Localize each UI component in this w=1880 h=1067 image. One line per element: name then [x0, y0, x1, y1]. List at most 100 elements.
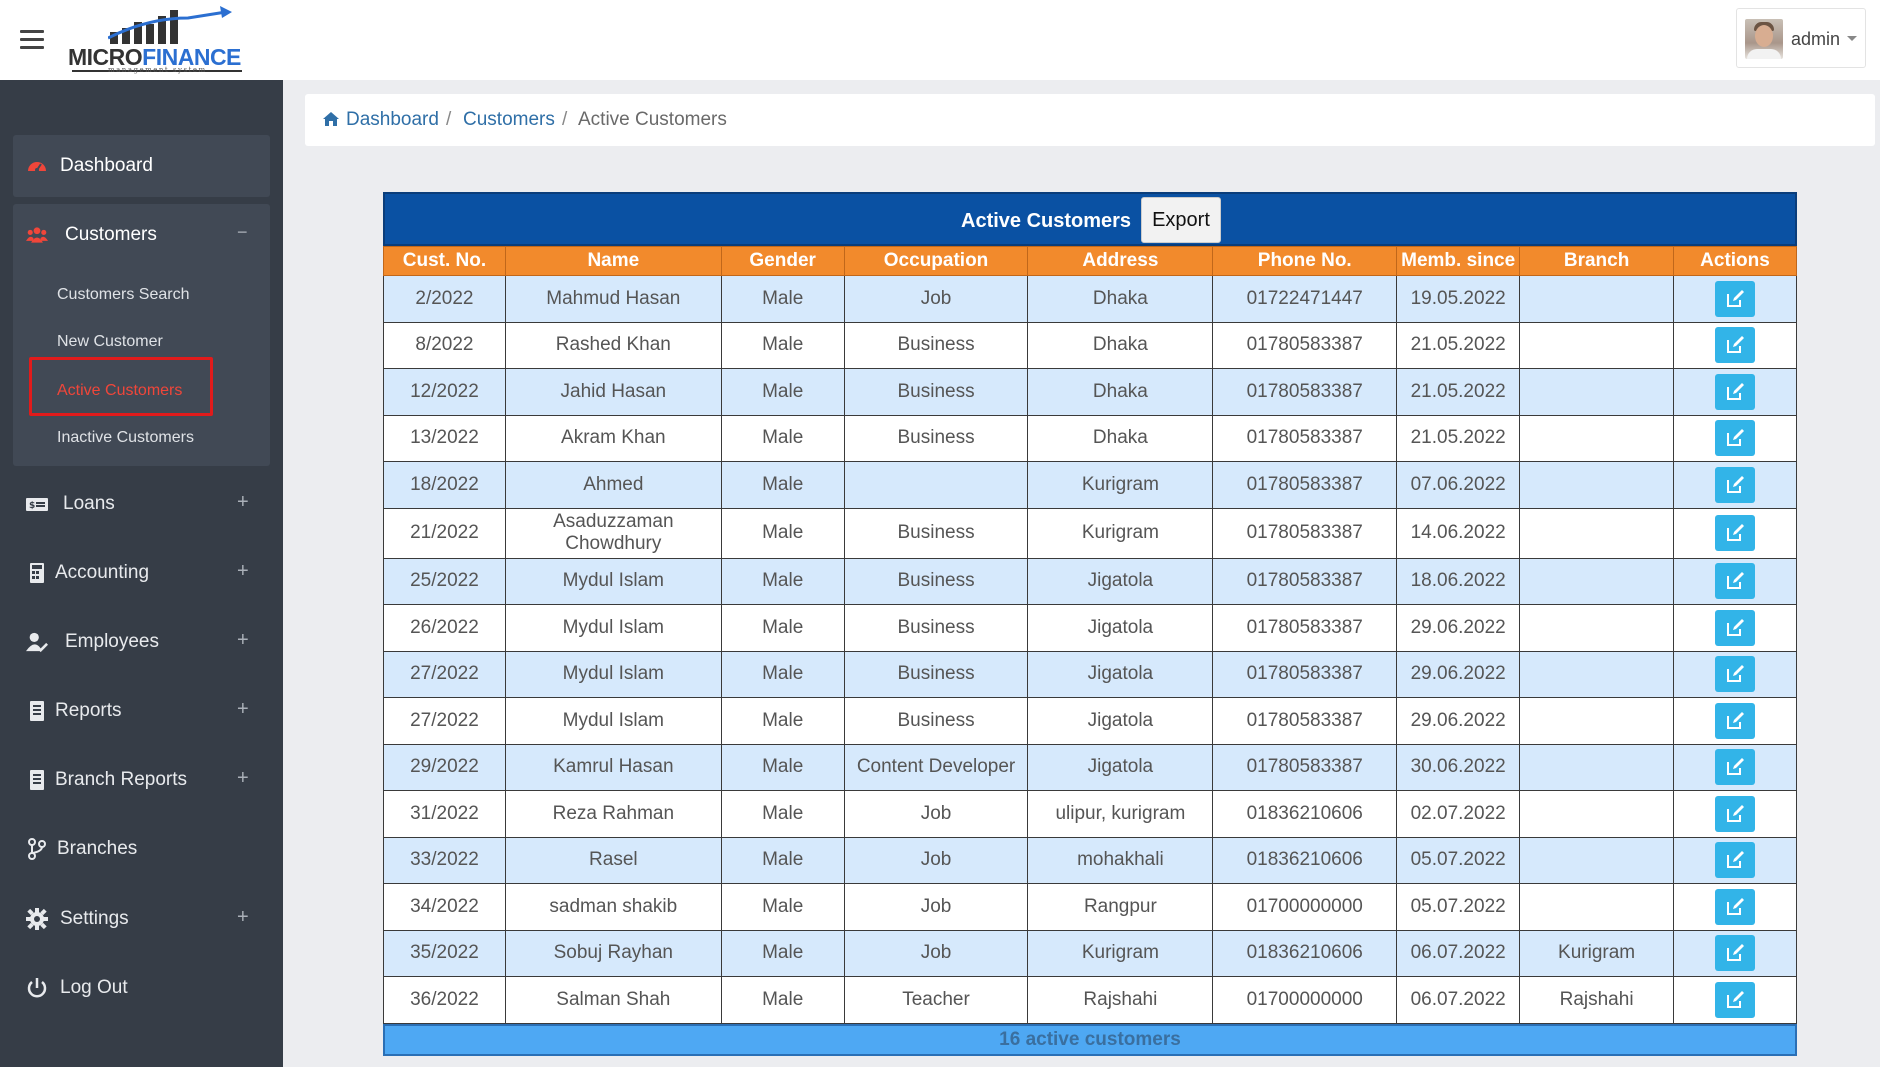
- column-header[interactable]: Gender: [720, 246, 845, 276]
- table-row[interactable]: 34/2022 sadman shakib Male Job Rangpur 017000…: [383, 883, 1797, 931]
- table-row[interactable]: 33/2022 Rasel Male Job mohakhali 01836210606 0…: [383, 836, 1797, 884]
- table-row[interactable]: 8/2022 Rashed Khan Male Business Dhaka 017805…: [383, 321, 1797, 369]
- table-row[interactable]: 27/2022 Mydul Islam Male Business Jigatola 01…: [383, 650, 1797, 698]
- sidebar-item-dashboard[interactable]: Dashboard: [13, 135, 270, 197]
- table-row[interactable]: 13/2022 Akram Khan Male Business Dhaka 017805…: [383, 414, 1797, 462]
- users-icon: [26, 227, 48, 243]
- edit-button[interactable]: [1715, 609, 1755, 646]
- sidebar-item-label: Accounting: [55, 562, 150, 583]
- edit-button[interactable]: [1715, 515, 1755, 551]
- edit-button[interactable]: [1715, 842, 1755, 879]
- table-row[interactable]: 21/2022 Asaduzzaman Chowdhury Male Business…: [383, 507, 1797, 559]
- sidebar-item-employees[interactable]: Employees +: [13, 611, 270, 673]
- occupation-cell: Business: [843, 507, 1029, 559]
- edit-button[interactable]: [1715, 563, 1755, 600]
- edit-button[interactable]: [1715, 373, 1755, 410]
- phone-cell: 01836210606: [1212, 929, 1398, 977]
- edit-button[interactable]: [1715, 935, 1755, 972]
- table-body: 2/2022 Mahmud Hasan Male Job Dhaka 0172247144…: [383, 275, 1797, 1024]
- sidebar-item-loans[interactable]: $ Loans +: [13, 473, 270, 535]
- table-row[interactable]: 26/2022 Mydul Islam Male Business Jigatola 01…: [383, 604, 1797, 652]
- gender-cell: Male: [720, 929, 845, 977]
- edit-button[interactable]: [1715, 749, 1755, 786]
- table-row[interactable]: 12/2022 Jahid Hasan Male Business Dhaka 01780…: [383, 368, 1797, 416]
- edit-button[interactable]: [1715, 888, 1755, 925]
- table-row[interactable]: 25/2022 Mydul Islam Male Business Jigatola 01…: [383, 557, 1797, 605]
- table-row[interactable]: 36/2022 Salman Shah Male Teacher Rajshahi 017…: [383, 976, 1797, 1024]
- breadcrumb-separator: /: [446, 109, 452, 130]
- gender-cell: Male: [720, 321, 845, 369]
- edit-button[interactable]: [1715, 466, 1755, 503]
- table-row[interactable]: 35/2022 Sobuj Rayhan Male Job Kurigram 018362…: [383, 929, 1797, 977]
- sidebar-item-customers[interactable]: Customers −: [13, 204, 270, 266]
- edit-button[interactable]: [1715, 981, 1755, 1018]
- sidebar-subitem-inactive-customers[interactable]: Inactive Customers: [57, 429, 194, 447]
- sidebar-item-logout[interactable]: Log Out: [13, 957, 270, 1019]
- table-row[interactable]: 29/2022 Kamrul Hasan Male Content Developer…: [383, 743, 1797, 791]
- cust-no-cell: 27/2022: [383, 650, 506, 698]
- sidebar-item-branches[interactable]: Branches: [13, 818, 270, 880]
- phone-cell: 01836210606: [1212, 790, 1398, 838]
- export-button[interactable]: Export: [1141, 197, 1221, 243]
- edit-icon: [1727, 475, 1744, 493]
- table-row[interactable]: 18/2022 Ahmed Male Kurigram 01780583387 07.06…: [383, 461, 1797, 509]
- hamburger-menu-icon[interactable]: [20, 30, 44, 50]
- table-row[interactable]: 2/2022 Mahmud Hasan Male Job Dhaka 0172247144…: [383, 275, 1797, 323]
- column-header[interactable]: Occupation: [843, 246, 1029, 276]
- column-header[interactable]: Cust. No.: [383, 246, 506, 276]
- breadcrumb-separator: /: [562, 109, 568, 130]
- phone-cell: 01780583387: [1212, 368, 1398, 416]
- edit-button[interactable]: [1715, 795, 1755, 832]
- sidebar-item-branch-reports[interactable]: Branch Reports +: [13, 749, 270, 811]
- edit-button[interactable]: [1715, 280, 1755, 317]
- user-menu-dropdown[interactable]: admin: [1736, 8, 1866, 68]
- edit-button[interactable]: [1715, 656, 1755, 693]
- occupation-cell: Content Developer: [843, 743, 1029, 791]
- address-cell: Dhaka: [1027, 368, 1214, 416]
- table-row[interactable]: 27/2022 Mydul Islam Male Business Jigatola 01…: [383, 697, 1797, 745]
- table-row[interactable]: 31/2022 Reza Rahman Male Job ulipur, kurigra…: [383, 790, 1797, 838]
- actions-cell: [1673, 321, 1797, 369]
- edit-icon: [1727, 289, 1744, 307]
- user-name: admin: [1791, 29, 1841, 49]
- column-header[interactable]: Branch: [1519, 246, 1675, 276]
- member-since-cell: 05.07.2022: [1396, 883, 1521, 931]
- actions-cell: [1673, 414, 1797, 462]
- sidebar-item-accounting[interactable]: Accounting +: [13, 542, 270, 604]
- cust-no-cell: 2/2022: [383, 275, 506, 323]
- edit-button[interactable]: [1715, 420, 1755, 457]
- address-cell: mohakhali: [1027, 836, 1214, 884]
- edit-button[interactable]: [1715, 702, 1755, 739]
- name-cell: Mydul Islam: [504, 557, 722, 605]
- occupation-cell: Business: [843, 321, 1029, 369]
- column-header[interactable]: Name: [504, 246, 722, 276]
- column-header[interactable]: Actions: [1673, 246, 1797, 276]
- edit-button[interactable]: [1715, 327, 1755, 364]
- edit-icon: [1727, 758, 1744, 776]
- sidebar-item-reports[interactable]: Reports +: [13, 680, 270, 742]
- breadcrumb-dashboard-link[interactable]: Dashboard: [346, 109, 439, 131]
- sidebar-subitem-new-customer[interactable]: New Customer: [57, 333, 163, 351]
- cust-no-cell: 25/2022: [383, 557, 506, 605]
- column-header[interactable]: Address: [1027, 246, 1214, 276]
- actions-cell: [1673, 368, 1797, 416]
- column-header[interactable]: Memb. since: [1396, 246, 1521, 276]
- sidebar-item-settings[interactable]: Settings +: [13, 888, 270, 950]
- sidebar-subitem-customers-search[interactable]: Customers Search: [57, 286, 190, 304]
- gear-icon: [26, 908, 48, 930]
- sidebar-item-label: Customers: [65, 224, 157, 245]
- name-cell: Jahid Hasan: [504, 368, 722, 416]
- table-title-bar: Active Customers Export: [383, 192, 1797, 246]
- branch-cell: [1519, 557, 1675, 605]
- actions-cell: [1673, 650, 1797, 698]
- breadcrumb-customers-link[interactable]: Customers: [463, 109, 555, 131]
- address-cell: Dhaka: [1027, 321, 1214, 369]
- actions-cell: [1673, 507, 1797, 559]
- name-cell: Reza Rahman: [504, 790, 722, 838]
- edit-icon: [1727, 336, 1744, 354]
- edit-icon: [1727, 897, 1744, 915]
- cust-no-cell: 35/2022: [383, 929, 506, 977]
- caret-down-icon: [1847, 36, 1857, 41]
- app-logo[interactable]: MICROFINANCE management system: [68, 4, 248, 74]
- column-header[interactable]: Phone No.: [1212, 246, 1398, 276]
